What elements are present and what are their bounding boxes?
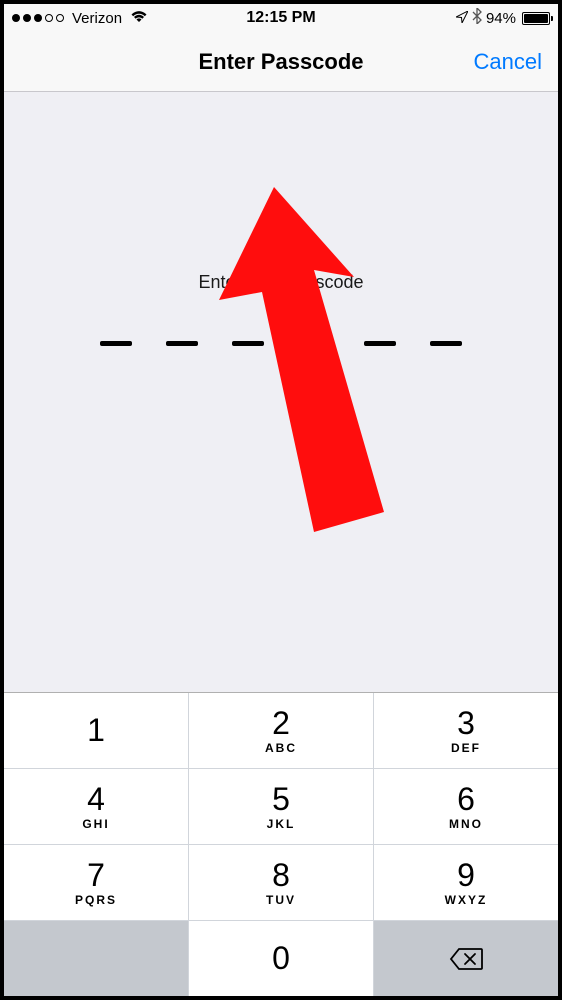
key-5[interactable]: 5 JKL [189, 769, 373, 844]
battery-percent: 94% [486, 10, 516, 27]
passcode-dash [166, 341, 198, 346]
battery-icon [522, 12, 550, 25]
wifi-icon [130, 9, 148, 27]
passcode-dash [232, 341, 264, 346]
cancel-button[interactable]: Cancel [474, 49, 542, 75]
key-empty-left [4, 921, 188, 996]
main-content: Enter your passcode [4, 92, 558, 692]
signal-strength-icon [12, 14, 64, 22]
key-4[interactable]: 4 GHI [4, 769, 188, 844]
battery-level [524, 14, 548, 23]
location-icon [456, 10, 468, 27]
backspace-button[interactable] [374, 921, 558, 996]
bluetooth-icon [472, 8, 482, 28]
annotation-arrow-icon [4, 92, 558, 692]
key-7[interactable]: 7 PQRS [4, 845, 188, 920]
status-right: 94% [456, 8, 550, 28]
status-left: Verizon [12, 9, 148, 27]
passcode-prompt: Enter your passcode [198, 272, 363, 293]
passcode-dash [100, 341, 132, 346]
key-9[interactable]: 9 WXYZ [374, 845, 558, 920]
device-frame: Verizon 12:15 PM 94% Enter Passcode Canc… [0, 0, 562, 1000]
key-8[interactable]: 8 TUV [189, 845, 373, 920]
passcode-dashes [100, 341, 462, 346]
carrier-label: Verizon [72, 10, 122, 27]
status-bar: Verizon 12:15 PM 94% [4, 4, 558, 32]
numeric-keypad: 1 2 ABC 3 DEF 4 GHI 5 JKL 6 MNO 7 PQRS 8 [4, 692, 558, 996]
backspace-icon [449, 947, 483, 971]
key-0[interactable]: 0 [189, 921, 373, 996]
passcode-dash [430, 341, 462, 346]
nav-bar: Enter Passcode Cancel [4, 32, 558, 92]
status-time: 12:15 PM [246, 9, 315, 27]
key-3[interactable]: 3 DEF [374, 693, 558, 768]
key-6[interactable]: 6 MNO [374, 769, 558, 844]
passcode-dash [298, 341, 330, 346]
passcode-dash [364, 341, 396, 346]
key-1[interactable]: 1 [4, 693, 188, 768]
key-2[interactable]: 2 ABC [189, 693, 373, 768]
page-title: Enter Passcode [198, 49, 363, 75]
